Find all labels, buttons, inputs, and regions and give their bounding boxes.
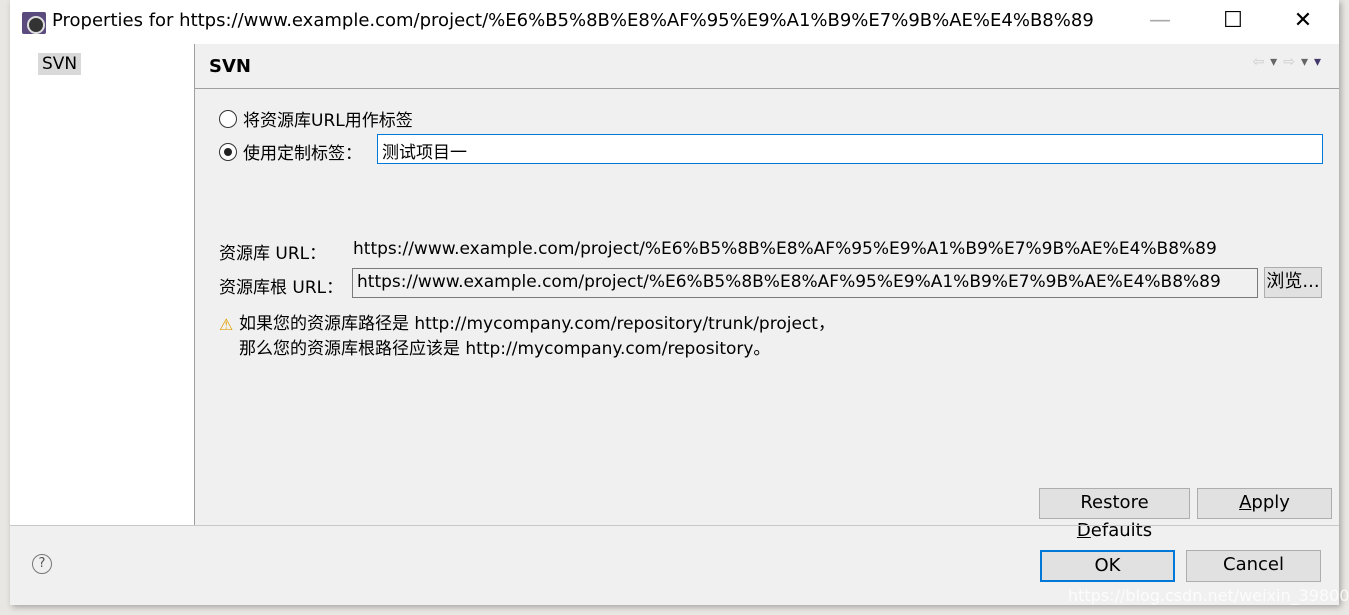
- svn-page: SVN ⇦▾⇨▾▾ 将资源库URL用作标签 使用定制标签： 测试项目一 资源库 …: [195, 44, 1339, 541]
- repo-url-label: 资源库 URL：: [219, 244, 327, 264]
- repo-url-value: https://www.example.com/project/%E6%B5%8…: [353, 239, 1217, 259]
- window-title: Properties for https://www.example.com/p…: [52, 10, 1094, 31]
- properties-dialog: Properties for https://www.example.com/p…: [10, 0, 1339, 605]
- maximize-button[interactable]: ☐: [1213, 8, 1253, 33]
- restore-label: Restore: [1080, 492, 1149, 513]
- footer-divider: [10, 525, 1339, 526]
- back-arrow-icon[interactable]: ⇦: [1252, 54, 1270, 70]
- restore-defaults-button[interactable]: Restore Defaults: [1039, 488, 1190, 541]
- watermark: https://blog.csdn.net/weixin_39800080: [1068, 586, 1349, 605]
- minimize-button[interactable]: —: [1140, 8, 1180, 33]
- warning-line-1: 如果您的资源库路径是 http://mycompany.com/reposito…: [239, 314, 835, 334]
- sidebar-item-svn[interactable]: SVN: [38, 53, 82, 75]
- forward-arrow-icon[interactable]: ⇨: [1283, 54, 1301, 70]
- use-url-label: 将资源库URL用作标签: [243, 111, 413, 131]
- warning-icon: ⚠: [219, 315, 234, 334]
- apply-button[interactable]: Apply: [1197, 488, 1332, 519]
- ok-button[interactable]: OK: [1040, 550, 1175, 582]
- repo-root-label: 资源库根 URL：: [219, 278, 344, 298]
- restore-mnemonic: D: [1076, 520, 1091, 541]
- warning-message: ⚠ 如果您的资源库路径是 http://mycompany.com/reposi…: [219, 312, 835, 362]
- apply-label: pply: [1251, 492, 1290, 513]
- back-menu-icon[interactable]: ▾: [1270, 54, 1283, 70]
- forward-menu-icon[interactable]: ▾: [1301, 54, 1314, 70]
- radio-circle-selected[interactable]: [219, 142, 237, 161]
- view-menu-icon[interactable]: ▾: [1314, 54, 1327, 70]
- apply-mnemonic: A: [1239, 492, 1252, 513]
- radio-circle[interactable]: [219, 109, 237, 128]
- use-custom-label: 使用定制标签：: [243, 144, 362, 164]
- divider: [195, 88, 1339, 89]
- cancel-button[interactable]: Cancel: [1186, 550, 1321, 582]
- help-icon[interactable]: ?: [32, 554, 52, 574]
- sidebar-tree: SVN: [10, 44, 195, 525]
- use-custom-radio[interactable]: 使用定制标签：: [219, 139, 362, 164]
- page-nav: ⇦▾⇨▾▾: [1252, 54, 1327, 70]
- close-button[interactable]: ✕: [1283, 8, 1323, 33]
- repo-root-input[interactable]: https://www.example.com/project/%E6%B5%8…: [352, 268, 1258, 298]
- custom-label-input[interactable]: 测试项目一: [377, 134, 1323, 164]
- page-title: SVN: [209, 56, 251, 77]
- browse-button[interactable]: 浏览...: [1264, 267, 1322, 298]
- warning-line-2: 那么您的资源库根路径应该是 http://mycompany.com/repos…: [239, 339, 771, 359]
- use-url-radio[interactable]: 将资源库URL用作标签: [219, 106, 413, 131]
- title-bar: Properties for https://www.example.com/p…: [10, 0, 1339, 44]
- app-gear-icon: [22, 12, 46, 34]
- restore-label-rest: efaults: [1090, 520, 1153, 541]
